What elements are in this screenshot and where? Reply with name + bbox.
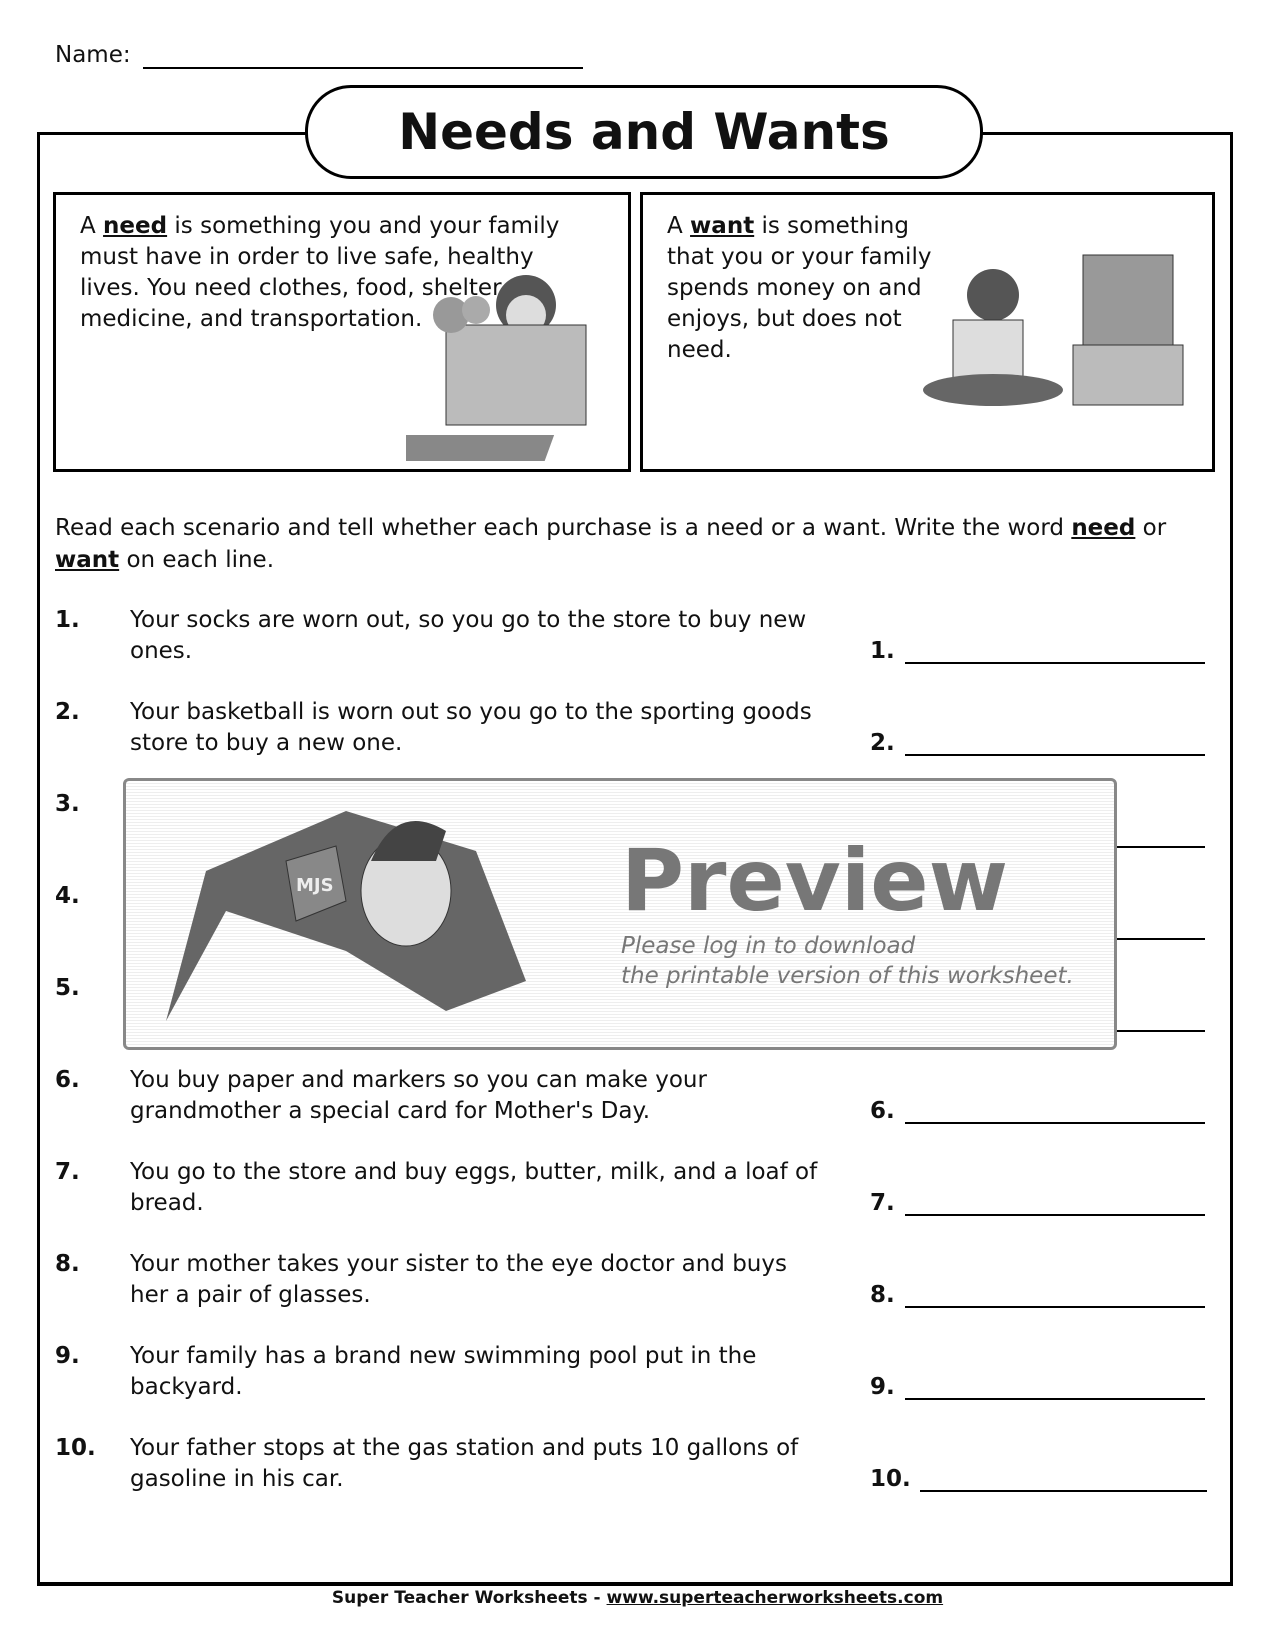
- video-game-illustration: [923, 254, 1184, 406]
- question-text: Your basketball is worn out so you go to…: [130, 699, 812, 756]
- want-definition-box: A want is something that you or your fam…: [640, 192, 1215, 472]
- question-number: 5.: [55, 975, 80, 1001]
- answer-label: 6.: [870, 1098, 895, 1124]
- preview-title: Preview: [621, 831, 1009, 931]
- question-text: You buy paper and markers so you can mak…: [130, 1067, 707, 1124]
- preview-message: Please log in to download the printable v…: [621, 933, 1074, 989]
- answer-line[interactable]: [905, 1398, 1205, 1400]
- answer-label: 7.: [870, 1190, 895, 1216]
- answer-label: 9.: [870, 1374, 895, 1400]
- question-number: 10.: [55, 1435, 96, 1461]
- worksheet-page: Name: Needs and Wants A need is somethin…: [0, 0, 1275, 1650]
- mascot-illustration: MJS: [166, 811, 526, 1021]
- footer-link[interactable]: www.superteacherworksheets.com: [607, 1588, 944, 1608]
- answer-line[interactable]: [905, 754, 1205, 756]
- answer-line[interactable]: [905, 662, 1205, 664]
- answer-label: 1.: [870, 638, 895, 664]
- question-number: 9.: [55, 1343, 80, 1369]
- page-title: Needs and Wants: [305, 85, 983, 179]
- mascot-badge: MJS: [296, 875, 334, 896]
- answer-label: 10.: [870, 1466, 911, 1492]
- answer-line[interactable]: [905, 1306, 1205, 1308]
- question-text: Your father stops at the gas station and…: [130, 1435, 799, 1492]
- question-number: 2.: [55, 699, 80, 725]
- question-text: Your family has a brand new swimming poo…: [130, 1343, 757, 1400]
- answer-line[interactable]: [920, 1490, 1207, 1492]
- want-definition: A want is something that you or your fam…: [667, 213, 932, 363]
- question-number: 7.: [55, 1159, 80, 1185]
- question-number: 1.: [55, 607, 80, 633]
- question-number: 3.: [55, 791, 80, 817]
- name-line: [143, 67, 583, 69]
- instructions: Read each scenario and tell whether each…: [55, 515, 1167, 573]
- question-number: 8.: [55, 1251, 80, 1277]
- answer-line[interactable]: [905, 1122, 1205, 1124]
- question-number: 6.: [55, 1067, 80, 1093]
- name-label: Name:: [55, 42, 131, 68]
- need-definition-box: A need is something you and your family …: [53, 192, 631, 472]
- answer-label: 8.: [870, 1282, 895, 1308]
- preview-overlay: MJS Preview Please log in to download the…: [123, 778, 1117, 1050]
- question-text: Your socks are worn out, so you go to th…: [130, 607, 807, 664]
- footer: Super Teacher Worksheets - www.superteac…: [331, 1588, 944, 1608]
- answer-label: 2.: [870, 730, 895, 756]
- question-text: You go to the store and buy eggs, butter…: [130, 1159, 818, 1216]
- question-text: Your mother takes your sister to the eye…: [130, 1251, 787, 1308]
- question-number: 4.: [55, 883, 80, 909]
- groceries-illustration: [406, 275, 587, 461]
- answer-line[interactable]: [905, 1214, 1205, 1216]
